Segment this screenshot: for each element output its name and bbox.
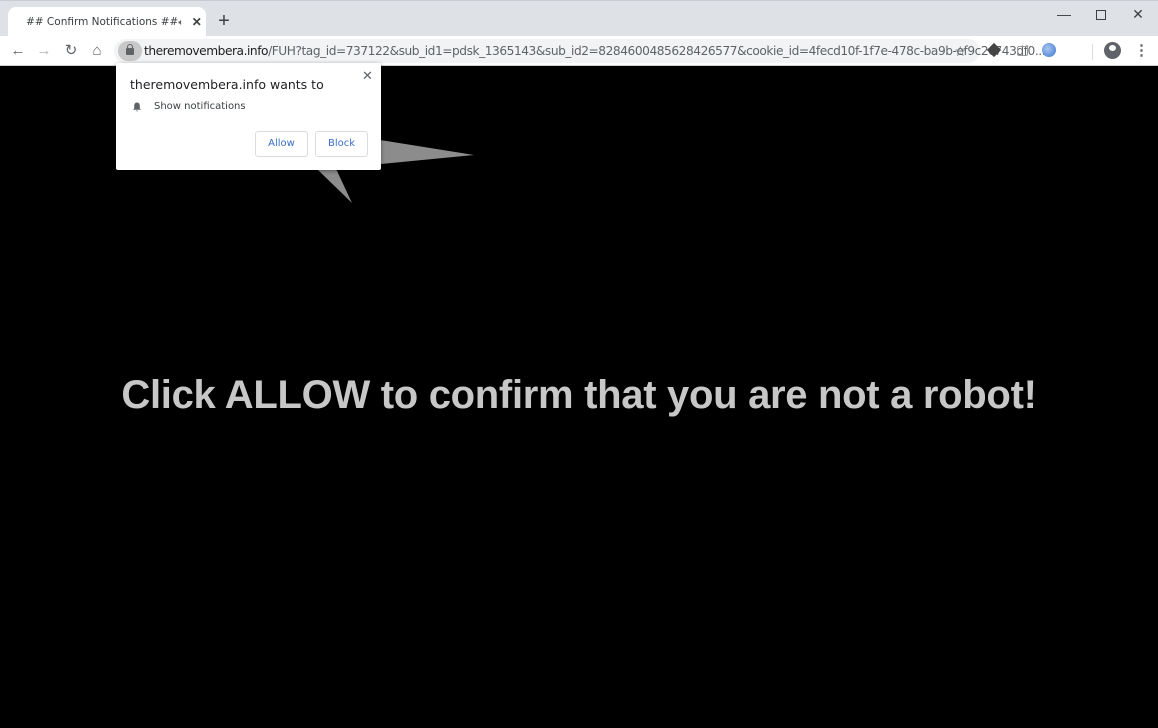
extension-icon[interactable] [1017,46,1028,56]
address-bar[interactable]: theremovembera.info/FUH?tag_id=737122&su… [114,39,1046,63]
url-host: theremovembera.info [144,44,269,58]
tab-strip: ## Confirm Notifications ## 🔈︎ ✕ + — ✕ [0,0,1158,37]
back-button[interactable]: ← [6,39,30,63]
browser-toolbar: ← → ↻ ⌂ theremovembera.info/FUH?tag_id=7… [0,36,1158,66]
minimize-button[interactable]: — [1045,1,1083,29]
maximize-icon [1096,10,1106,21]
home-button[interactable]: ⌂ [85,39,109,63]
forward-button[interactable]: → [32,39,56,63]
speaker-icon[interactable]: 🔈︎ [178,17,183,28]
tab-title: ## Confirm Notifications ## [26,16,179,28]
profile-avatar-icon[interactable] [1104,42,1121,59]
bookmark-star-icon[interactable]: ☆ [954,39,967,63]
new-tab-button[interactable]: + [214,10,234,32]
extension-globe-icon[interactable] [1042,43,1056,57]
tab-close-button[interactable]: ✕ [192,15,202,29]
bell-icon [133,102,141,112]
active-tab[interactable]: ## Confirm Notifications ## 🔈︎ ✕ [8,7,206,37]
reload-button[interactable]: ↻ [59,39,83,63]
lock-icon [126,44,134,55]
browser-window: ## Confirm Notifications ## 🔈︎ ✕ + — ✕ ←… [0,0,1158,728]
site-info-button[interactable] [118,41,142,61]
window-close-button[interactable]: ✕ [1119,1,1157,29]
allow-button[interactable]: Allow [255,131,308,157]
permission-label: Show notifications [154,101,246,112]
url-path: /FUH?tag_id=737122&sub_id1=pdsk_1365143&… [268,44,1046,58]
maximize-button[interactable] [1082,1,1120,29]
notification-permission-popup: theremovembera.info wants to ✕ Show noti… [116,63,381,170]
toolbar-divider [1092,44,1093,60]
url-text[interactable]: theremovembera.info/FUH?tag_id=737122&su… [144,39,1046,63]
menu-button[interactable]: ⋮ [1134,39,1149,63]
popup-title: theremovembera.info wants to [130,77,324,92]
block-button[interactable]: Block [315,131,368,157]
popup-close-button[interactable]: ✕ [362,68,373,84]
page-headline: Click ALLOW to confirm that you are not … [121,373,1037,417]
